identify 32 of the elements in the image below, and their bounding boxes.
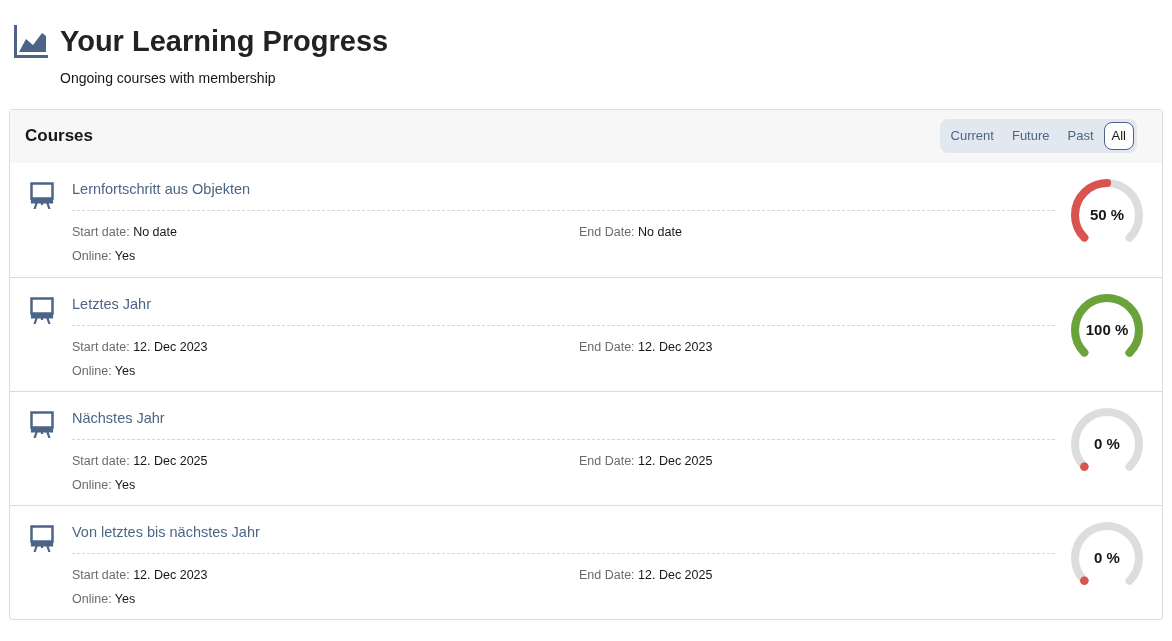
start-date: Start date: 12. Dec 2023 [72, 567, 209, 585]
filter-tab[interactable]: Current [942, 122, 1002, 150]
online-status: Online: Yes [72, 249, 136, 263]
online-status: Online: Yes [72, 478, 136, 492]
end-date: End Date: 12. Dec 2023 [579, 339, 713, 357]
progress-reading: 100 % [1085, 319, 1129, 340]
end-date: End Date: 12. Dec 2025 [579, 567, 713, 585]
online-status: Online: Yes [72, 592, 136, 606]
course-title[interactable]: Nächstes Jahr [72, 407, 1056, 430]
page-subtitle: Ongoing courses with membership [59, 68, 277, 88]
filter-tab[interactable]: All [1103, 122, 1134, 150]
easel-icon [30, 181, 54, 209]
online-status: Online: Yes [72, 364, 136, 378]
end-date: End Date: No date [579, 224, 682, 242]
progress-reading: 0 % [1094, 433, 1120, 454]
progress-reading: 50 % [1089, 204, 1125, 225]
panel-title: Courses [25, 125, 94, 148]
start-date: Start date: 12. Dec 2025 [72, 453, 209, 471]
filter-tab[interactable]: Past [1059, 122, 1102, 150]
course-title[interactable]: Lernfortschritt aus Objekten [72, 178, 1056, 201]
easel-icon [30, 410, 54, 438]
start-date: Start date: No date [72, 224, 178, 242]
filter-tab[interactable]: Future [1003, 122, 1058, 150]
easel-icon [30, 296, 54, 324]
course-title[interactable]: Letztes Jahr [72, 293, 1056, 316]
easel-icon [30, 524, 54, 552]
end-date: End Date: 12. Dec 2025 [579, 453, 713, 471]
start-date: Start date: 12. Dec 2023 [72, 339, 209, 357]
progress-reading: 0 % [1094, 547, 1120, 568]
area-chart-icon [14, 25, 48, 59]
course-title[interactable]: Von letztes bis nächstes Jahr [72, 521, 1056, 544]
page-title: Your Learning Progress [60, 24, 389, 59]
